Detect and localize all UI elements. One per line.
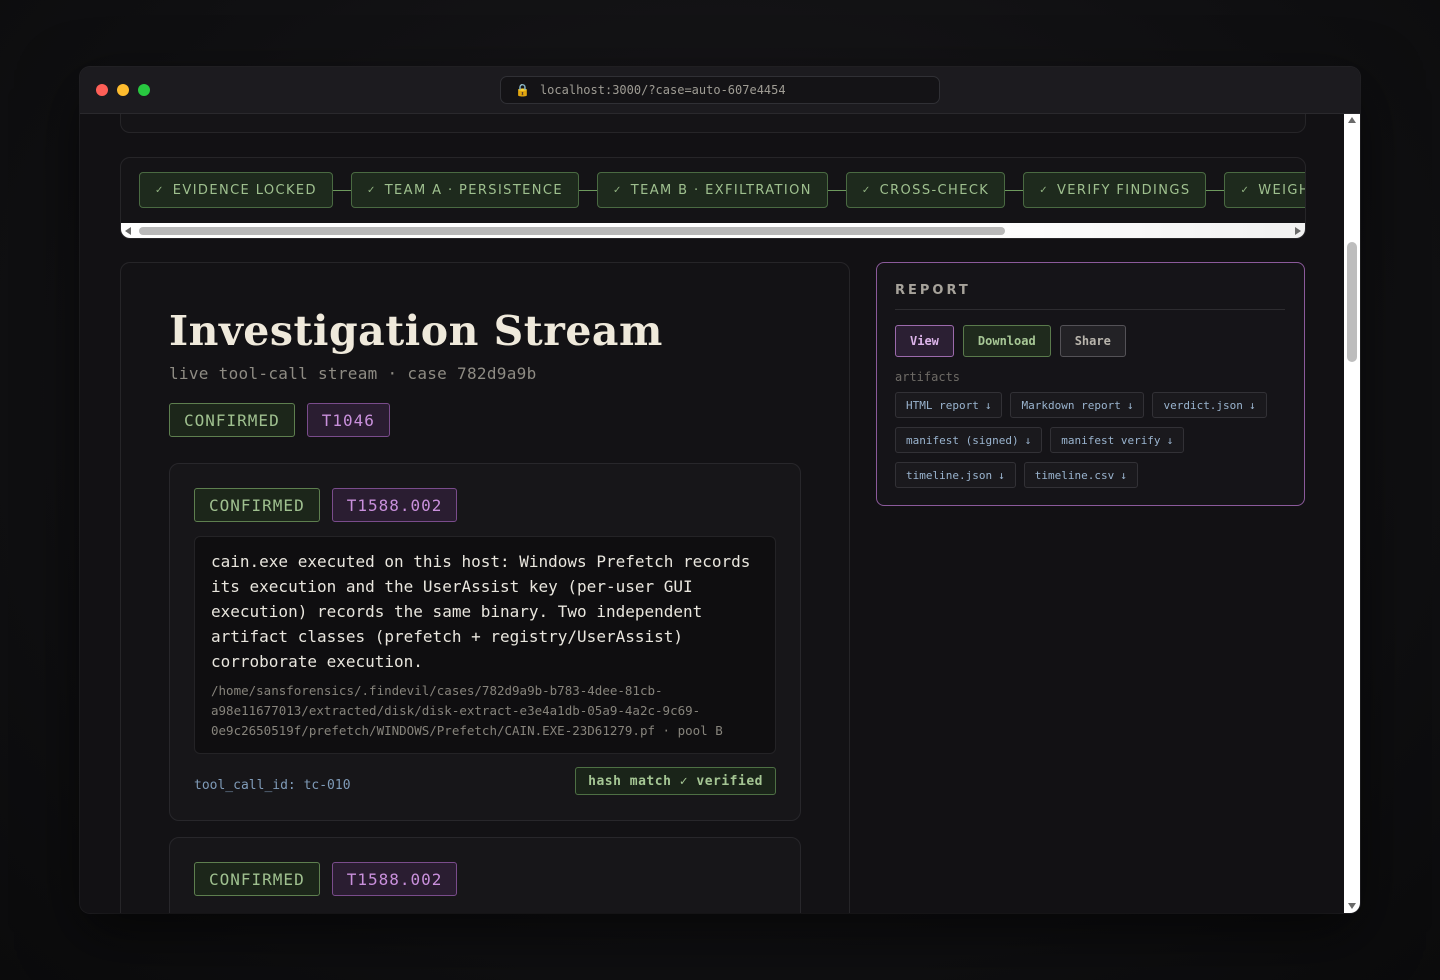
check-icon: ✓ [366, 184, 377, 196]
pipeline-step-verify-findings[interactable]: ✓ VERIFY FINDINGS [1023, 172, 1207, 208]
artifact-timeline-csv[interactable]: timeline.csv ↓ [1023, 462, 1138, 488]
pipeline-stepper: ✓ EVIDENCE LOCKED ✓ TEAM A · PERSISTENCE… [120, 157, 1306, 239]
hash-verified-badge: hash match ✓ verified [575, 767, 776, 795]
artifact-label: manifest (signed) [906, 433, 1019, 447]
download-icon: ↓ [1248, 398, 1256, 412]
artifact-verdict-json[interactable]: verdict.json ↓ [1152, 392, 1267, 418]
artifact-label: manifest verify [1061, 433, 1161, 447]
download-report-button[interactable]: Download [962, 325, 1051, 357]
status-badge: CONFIRMED [194, 488, 320, 522]
horizontal-scroll-thumb[interactable] [139, 227, 1005, 235]
stream-tags: CONFIRMED T1046 [169, 403, 390, 437]
artifact-label: Markdown report [1021, 398, 1121, 412]
scroll-down-arrow-icon[interactable] [1348, 903, 1356, 909]
scroll-right-arrow-icon[interactable] [1295, 227, 1301, 235]
step-label: CROSS-CHECK [879, 182, 990, 198]
browser-titlebar: 🔒 localhost:3000/?case=auto-607e4454 [80, 67, 1360, 114]
step-label: EVIDENCE LOCKED [172, 182, 317, 198]
step-label: WEIGH [1258, 182, 1306, 198]
step-connector [579, 189, 597, 191]
step-connector [1206, 189, 1225, 191]
check-icon: ✓ [155, 184, 165, 196]
artifact-html-report[interactable]: HTML report ↓ [895, 392, 1003, 418]
download-icon: ↓ [1024, 433, 1032, 447]
minimize-window-button[interactable] [117, 84, 129, 96]
download-icon: ↓ [984, 398, 992, 412]
page-subtitle: live tool-call stream · case 782d9a9b [169, 364, 537, 383]
pipeline-step-team-b[interactable]: ✓ TEAM B · EXFILTRATION [597, 172, 828, 208]
report-heading: REPORT [895, 283, 971, 298]
status-badge: CONFIRMED [194, 862, 320, 896]
scroll-up-arrow-icon[interactable] [1348, 117, 1356, 123]
step-connector [1005, 189, 1024, 191]
address-bar[interactable]: 🔒 localhost:3000/?case=auto-607e4454 [500, 76, 940, 104]
check-icon: ✓ [1039, 184, 1050, 196]
check-icon: ✓ [861, 184, 872, 196]
browser-window: 🔒 localhost:3000/?case=auto-607e4454 ✓ E… [80, 67, 1360, 913]
finding-evidence-path: /home/sansforensics/.findevil/cases/782d… [211, 681, 763, 741]
artifact-manifest-signed[interactable]: manifest (signed) ↓ [895, 427, 1043, 453]
step-connector [827, 189, 846, 191]
url-text: localhost:3000/?case=auto-607e4454 [539, 83, 786, 97]
artifact-label: verdict.json [1163, 398, 1243, 412]
maximize-window-button[interactable] [138, 84, 150, 96]
download-icon: ↓ [1120, 468, 1127, 482]
evidence-path-text: /home/sansforensics/.findevil/cases/782d… [211, 683, 701, 738]
finding-tags: CONFIRMED T1588.002 [194, 862, 458, 896]
report-divider [895, 309, 1285, 310]
finding-claim-text: cain.exe executed on this host: Windows … [211, 552, 751, 671]
finding-tags: CONFIRMED T1588.002 [194, 488, 458, 522]
step-label: TEAM A · PERSISTENCE [384, 182, 563, 198]
previous-section-card [120, 114, 1306, 133]
check-icon: ✓ [1240, 184, 1251, 196]
artifact-manifest-verify[interactable]: manifest verify ↓ [1050, 427, 1185, 453]
artifact-label: HTML report [906, 398, 979, 412]
page-viewport: ✓ EVIDENCE LOCKED ✓ TEAM A · PERSISTENCE… [80, 114, 1344, 913]
pipeline-step-weigh[interactable]: ✓ WEIGH [1224, 172, 1306, 208]
artifact-label: timeline.csv [1034, 468, 1115, 482]
pipeline-step-cross-check[interactable]: ✓ CROSS-CHECK [845, 172, 1006, 208]
share-report-button[interactable]: Share [1059, 325, 1126, 357]
artifact-markdown-report[interactable]: Markdown report ↓ [1010, 392, 1145, 418]
tool-call-id: tool_call_id: tc-010 [194, 778, 351, 793]
step-connector [332, 189, 351, 191]
scroll-left-arrow-icon[interactable] [125, 227, 131, 235]
status-badge: CONFIRMED [169, 403, 295, 437]
download-icon: ↓ [1126, 398, 1134, 412]
artifacts-label: artifacts [895, 370, 961, 384]
technique-badge: T1588.002 [331, 862, 458, 896]
vertical-scroll-thumb[interactable] [1347, 242, 1357, 362]
report-actions: View Download Share [895, 325, 1126, 357]
download-icon: ↓ [1166, 433, 1174, 447]
technique-badge: T1046 [306, 403, 390, 437]
pipeline-step-evidence-locked[interactable]: ✓ EVIDENCE LOCKED [139, 172, 333, 208]
finding-claim-box: cain.exe executed on this host: Windows … [194, 536, 776, 754]
report-panel: REPORT View Download Share artifacts HTM… [876, 262, 1305, 506]
artifact-timeline-json[interactable]: timeline.json ↓ [895, 462, 1016, 488]
technique-badge: T1588.002 [331, 488, 458, 522]
step-label: TEAM B · EXFILTRATION [630, 182, 812, 198]
view-report-button[interactable]: View [895, 325, 954, 357]
finding-card: CONFIRMED T1588.002 cain.exe executed on… [169, 463, 801, 821]
investigation-stream-panel: Investigation Stream live tool-call stre… [120, 262, 850, 913]
page-title: Investigation Stream [169, 307, 663, 355]
pool-label: · pool B [655, 723, 723, 738]
pipeline-steps: ✓ EVIDENCE LOCKED ✓ TEAM A · PERSISTENCE… [139, 172, 1306, 208]
lock-icon: 🔒 [515, 83, 530, 97]
close-window-button[interactable] [96, 84, 108, 96]
artifact-links: HTML report ↓ Markdown report ↓ verdict.js… [895, 392, 1290, 488]
horizontal-scrollbar[interactable] [121, 223, 1305, 238]
vertical-scrollbar[interactable] [1344, 114, 1360, 913]
download-icon: ↓ [998, 468, 1005, 482]
pipeline-step-team-a[interactable]: ✓ TEAM A · PERSISTENCE [350, 172, 579, 208]
check-icon: ✓ [613, 184, 623, 196]
artifact-label: timeline.json [906, 468, 993, 482]
finding-card: CONFIRMED T1588.002 [169, 837, 801, 913]
step-label: VERIFY FINDINGS [1057, 182, 1191, 198]
